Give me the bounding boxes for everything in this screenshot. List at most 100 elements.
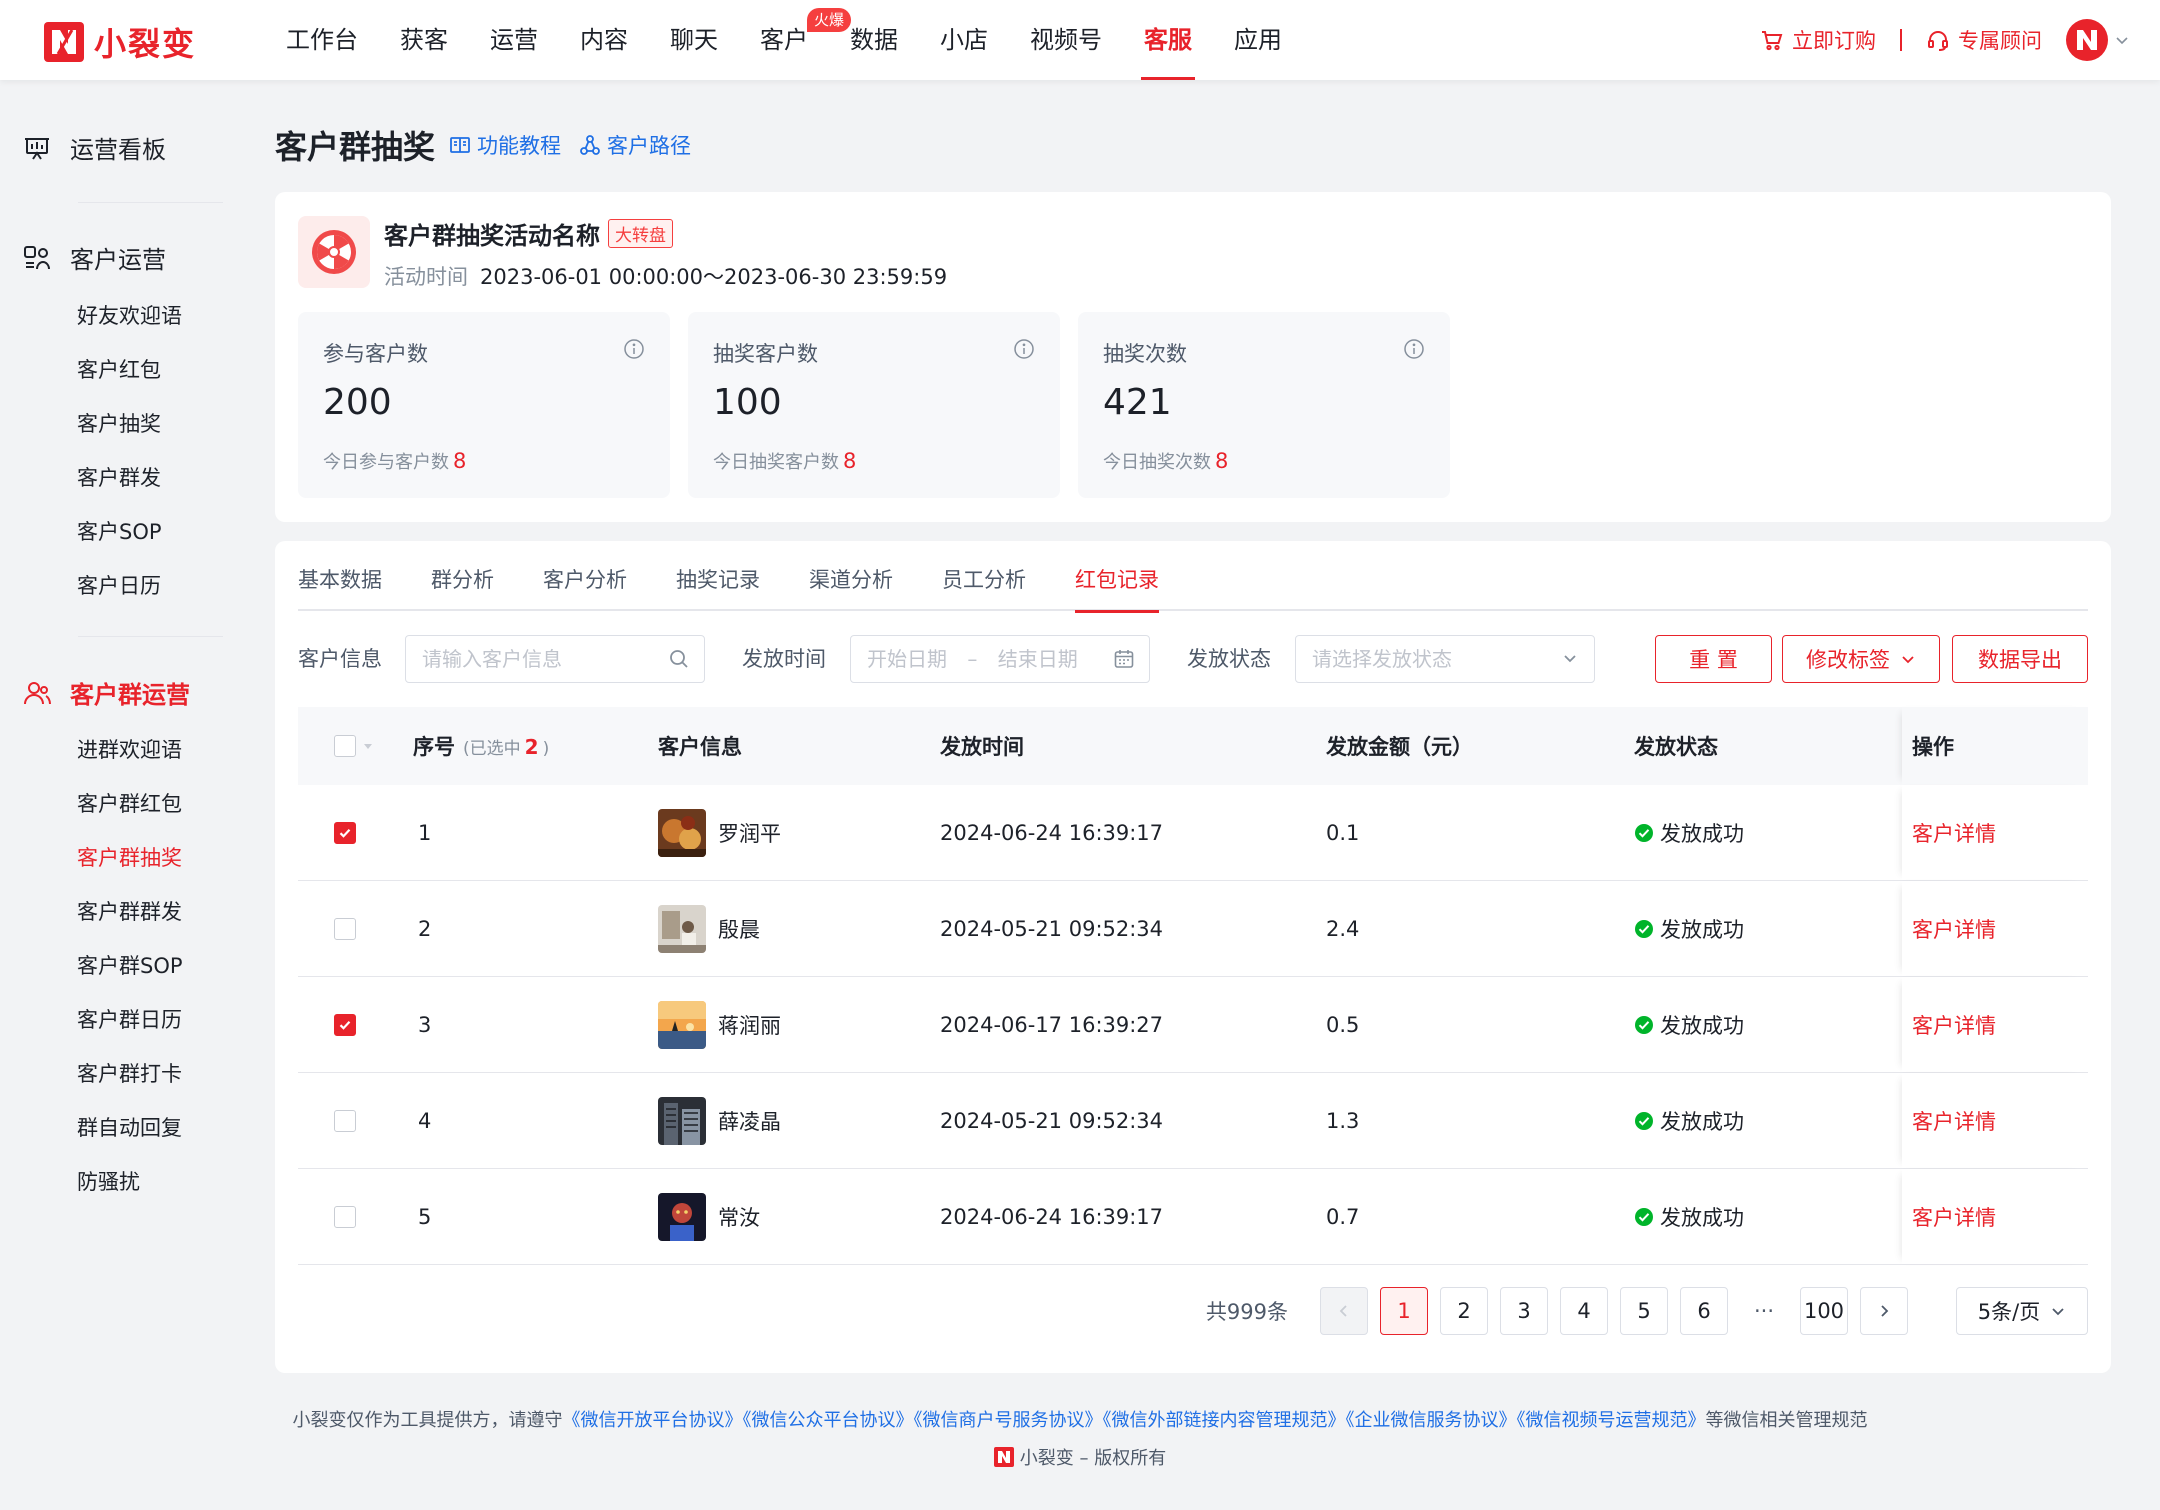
- stat-info[interactable]: [1403, 338, 1425, 364]
- sidebar-subitem[interactable]: 客户群群发: [77, 896, 182, 926]
- send-status-select[interactable]: 请选择发放状态: [1295, 635, 1595, 683]
- tab-4[interactable]: 抽奖记录: [676, 561, 760, 611]
- user-menu[interactable]: [2066, 19, 2130, 61]
- sidebar-subitem[interactable]: 客户群抽奖: [77, 842, 182, 872]
- row-checkbox-cell[interactable]: [334, 1169, 356, 1264]
- page-size-select[interactable]: 5条/页: [1956, 1287, 2088, 1335]
- sidebar-subitem[interactable]: 好友欢迎语: [77, 300, 182, 330]
- select-all-cell[interactable]: [334, 707, 374, 785]
- last-page-button[interactable]: 100: [1800, 1287, 1848, 1335]
- page-button[interactable]: 6: [1680, 1287, 1728, 1335]
- stat-info[interactable]: [623, 338, 645, 364]
- sidebar-subitem[interactable]: 群自动回复: [77, 1112, 182, 1142]
- date-range-picker[interactable]: 开始日期 – 结束日期: [850, 635, 1150, 683]
- sidebar-subitem[interactable]: 客户群发: [77, 462, 161, 492]
- sidebar-item-ops-board[interactable]: 运营看板: [22, 130, 166, 165]
- sidebar-subitem[interactable]: 进群欢迎语: [77, 734, 182, 764]
- buy-now-link[interactable]: 立即订购: [1760, 25, 1876, 55]
- tab-1[interactable]: 基本数据: [298, 561, 382, 611]
- brand-logo[interactable]: 小裂变: [44, 19, 196, 65]
- customer-detail-link[interactable]: 客户详情: [1912, 914, 1996, 944]
- sidebar-subitem[interactable]: 防骚扰: [77, 1166, 140, 1196]
- agreement-link[interactable]: 《微信外部链接内容管理规范》: [1103, 1410, 1346, 1431]
- prev-page-button[interactable]: [1320, 1287, 1368, 1335]
- nav-item-8[interactable]: 小店: [919, 0, 1009, 80]
- agreement-link[interactable]: 《微信视频号运营规范》: [1517, 1410, 1706, 1431]
- edit-tag-button[interactable]: 修改标签: [1782, 635, 1940, 683]
- select-all-checkbox[interactable]: [334, 735, 356, 757]
- sidebar-subitem[interactable]: 客户群红包: [77, 788, 182, 818]
- nav-item-1[interactable]: 工作台: [265, 0, 379, 80]
- export-button[interactable]: 数据导出: [1952, 635, 2088, 683]
- nav-item-11[interactable]: 应用: [1213, 0, 1303, 80]
- sidebar-subitem[interactable]: 客户日历: [77, 570, 161, 600]
- nav-item-label: 运营: [490, 26, 538, 54]
- nav-item-4[interactable]: 内容: [559, 0, 649, 80]
- page-ellipsis[interactable]: ···: [1740, 1299, 1788, 1323]
- sidebar-label: 客户群运营: [70, 681, 190, 709]
- tab-2[interactable]: 群分析: [431, 561, 494, 611]
- customer-info-input[interactable]: 请输入客户信息: [405, 635, 705, 683]
- stat-today-value: 8: [843, 449, 857, 473]
- customer-detail-link[interactable]: 客户详情: [1912, 1106, 1996, 1136]
- row-checkbox-cell[interactable]: [334, 785, 356, 880]
- sidebar-subitem[interactable]: 客户抽奖: [77, 408, 161, 438]
- page-button[interactable]: 1: [1380, 1287, 1428, 1335]
- page-button[interactable]: 2: [1440, 1287, 1488, 1335]
- tab-6[interactable]: 员工分析: [942, 561, 1026, 611]
- nav-item-3[interactable]: 运营: [469, 0, 559, 80]
- row-checkbox[interactable]: [334, 821, 356, 844]
- sidebar-group-customer-ops[interactable]: 客户运营: [22, 240, 166, 275]
- advisor-link[interactable]: 专属顾问: [1926, 25, 2042, 55]
- success-check-icon: [1635, 1111, 1653, 1130]
- page-button[interactable]: 5: [1620, 1287, 1668, 1335]
- status-header: 发放状态: [1634, 735, 1718, 759]
- page-button[interactable]: 4: [1560, 1287, 1608, 1335]
- customer-detail-link[interactable]: 客户详情: [1912, 1010, 1996, 1040]
- agreement-link[interactable]: 《企业微信服务协议》: [1346, 1410, 1517, 1431]
- row-checkbox-cell[interactable]: [334, 977, 356, 1072]
- no-header: 序号 (已选中 2): [413, 707, 549, 785]
- tab-5[interactable]: 渠道分析: [809, 561, 893, 611]
- agreement-link[interactable]: 《微信商户号服务协议》: [914, 1410, 1103, 1431]
- nav-item-9[interactable]: 视频号: [1009, 0, 1123, 80]
- row-checkbox[interactable]: [334, 917, 356, 940]
- page-button[interactable]: 3: [1500, 1287, 1548, 1335]
- op-cell: 客户详情: [1902, 977, 2088, 1072]
- selected-suffix: ): [542, 738, 550, 759]
- tutorial-link[interactable]: 功能教程: [449, 130, 561, 160]
- sidebar-subitem[interactable]: 客户群SOP: [77, 950, 183, 980]
- nav-item-2[interactable]: 获客: [379, 0, 469, 80]
- customer-path-link[interactable]: 客户路径: [579, 130, 691, 160]
- reset-button[interactable]: 重 置: [1655, 635, 1772, 683]
- sidebar-subitem[interactable]: 客户SOP: [77, 516, 162, 546]
- sidebar-group-group-ops[interactable]: 客户群运营: [22, 675, 190, 710]
- row-checkbox[interactable]: [334, 1205, 356, 1228]
- sidebar-subitem[interactable]: 客户群日历: [77, 1004, 182, 1034]
- edit-tag-label: 修改标签: [1806, 648, 1890, 672]
- tab-7[interactable]: 红包记录: [1075, 561, 1159, 613]
- agreement-link[interactable]: 《微信公众平台协议》: [743, 1410, 914, 1431]
- customer-avatar-image: [658, 1000, 706, 1049]
- row-checkbox-cell[interactable]: [334, 881, 356, 976]
- sidebar-subitem[interactable]: 客户红包: [77, 354, 161, 384]
- nav-item-7[interactable]: 数据: [829, 0, 919, 80]
- tab-3[interactable]: 客户分析: [543, 561, 627, 611]
- customer-detail-link[interactable]: 客户详情: [1912, 818, 1996, 848]
- customer-info-filter-label: 客户信息: [298, 647, 382, 671]
- activity-name: 客户群抽奖活动名称: [384, 222, 600, 250]
- nav-item-5[interactable]: 聊天: [649, 0, 739, 80]
- nav-item-10[interactable]: 客服: [1123, 0, 1213, 80]
- nav-item-6[interactable]: 客户 火爆: [739, 0, 851, 80]
- agreement-link[interactable]: 《微信开放平台协议》: [563, 1410, 743, 1431]
- sidebar-subitem[interactable]: 客户群打卡: [77, 1058, 182, 1088]
- stat-info[interactable]: [1013, 338, 1035, 364]
- row-checkbox[interactable]: [334, 1013, 356, 1036]
- status-success: 发放成功: [1634, 818, 1744, 848]
- row-checkbox-cell[interactable]: [334, 1073, 356, 1168]
- info-icon: [1014, 339, 1034, 359]
- row-checkbox[interactable]: [334, 1109, 356, 1132]
- customer-detail-link[interactable]: 客户详情: [1912, 1202, 1996, 1232]
- end-date-placeholder: 结束日期: [997, 647, 1078, 671]
- next-page-button[interactable]: [1860, 1287, 1908, 1335]
